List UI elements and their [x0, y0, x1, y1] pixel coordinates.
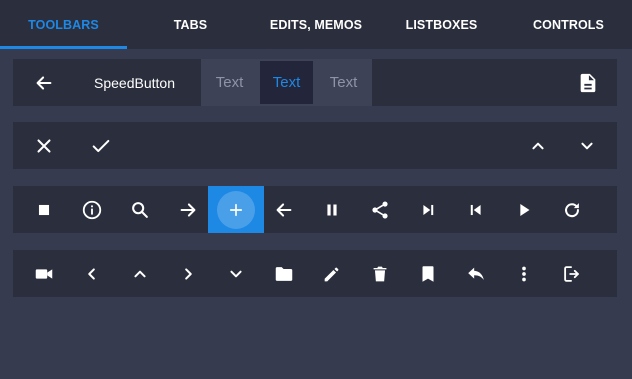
- folder-button[interactable]: [260, 250, 307, 297]
- more-button[interactable]: [500, 250, 547, 297]
- chevron-down-button[interactable]: [563, 122, 610, 169]
- chevron-down-icon: [580, 142, 593, 149]
- chevron-up-button-2[interactable]: [116, 250, 163, 297]
- tab-bar: TOOLBARS TABS EDITS, MEMOS LISTBOXES CON…: [0, 0, 632, 49]
- skip-previous-icon: [470, 204, 481, 215]
- segment-text-2[interactable]: Text: [260, 61, 313, 104]
- skip-next-button[interactable]: [404, 186, 451, 233]
- video-camera-icon: [35, 268, 52, 279]
- edit-button[interactable]: [308, 250, 355, 297]
- arrow-right-icon: [180, 202, 195, 217]
- play-button[interactable]: [500, 186, 547, 233]
- tab-tabs[interactable]: TABS: [127, 0, 254, 49]
- reply-button[interactable]: [452, 250, 499, 297]
- tab-edits-memos[interactable]: EDITS, MEMOS: [254, 0, 378, 49]
- tab-listboxes[interactable]: LISTBOXES: [378, 0, 505, 49]
- info-icon: [82, 200, 101, 219]
- chevron-down-icon: [229, 270, 242, 277]
- exit-icon: [563, 265, 579, 282]
- exit-button[interactable]: [548, 250, 595, 297]
- arrow-left-icon: [276, 202, 291, 217]
- arrow-left-icon: [36, 75, 51, 90]
- bookmark-icon: [422, 265, 433, 282]
- share-icon: [371, 200, 388, 219]
- segment-text-1[interactable]: Text: [203, 61, 256, 104]
- segment-text-3[interactable]: Text: [317, 61, 370, 104]
- stop-button[interactable]: [20, 186, 67, 233]
- document-icon: [580, 73, 595, 92]
- forward-button[interactable]: [164, 186, 211, 233]
- chevron-left-icon: [87, 267, 95, 280]
- chevron-up-icon: [531, 142, 544, 149]
- search-button[interactable]: [116, 186, 163, 233]
- add-button-highlight: [217, 190, 255, 229]
- active-tab-indicator: [0, 46, 127, 49]
- back-button-2[interactable]: [260, 186, 307, 233]
- refresh-icon: [564, 202, 579, 217]
- info-button[interactable]: [68, 186, 115, 233]
- bookmark-button[interactable]: [404, 250, 451, 297]
- pause-button[interactable]: [308, 186, 355, 233]
- delete-button[interactable]: [356, 250, 403, 297]
- chevron-right-icon: [184, 267, 192, 280]
- back-button[interactable]: [20, 59, 67, 106]
- toolbar-media: [13, 186, 617, 233]
- chevron-down-button-2[interactable]: [212, 250, 259, 297]
- tab-controls[interactable]: CONTROLS: [505, 0, 632, 49]
- chevron-left-button[interactable]: [68, 250, 115, 297]
- trash-icon: [373, 266, 386, 281]
- pencil-icon: [324, 267, 338, 281]
- toolbar-actions: [13, 250, 617, 297]
- toolbar-speedbutton: SpeedButton Text Text Text: [13, 59, 617, 106]
- more-vertical-icon: [521, 266, 526, 281]
- speed-button[interactable]: SpeedButton: [81, 59, 188, 106]
- reply-icon: [467, 267, 484, 280]
- video-button[interactable]: [20, 250, 67, 297]
- chevron-right-button[interactable]: [164, 250, 211, 297]
- skip-previous-button[interactable]: [452, 186, 499, 233]
- add-button[interactable]: [208, 186, 264, 233]
- stop-icon: [38, 204, 49, 215]
- search-icon: [131, 201, 148, 218]
- check-button[interactable]: [77, 122, 124, 169]
- segmented-control: Text Text Text: [201, 59, 372, 106]
- check-icon: [92, 139, 109, 152]
- chevron-up-button[interactable]: [514, 122, 561, 169]
- share-button[interactable]: [356, 186, 403, 233]
- add-icon: [229, 203, 243, 216]
- toolbar-confirm: [13, 122, 617, 169]
- pause-icon: [326, 204, 337, 215]
- close-icon: [36, 138, 51, 153]
- chevron-up-icon: [133, 270, 146, 277]
- tab-toolbars[interactable]: TOOLBARS: [0, 0, 127, 49]
- play-icon: [519, 203, 529, 216]
- refresh-button[interactable]: [548, 186, 595, 233]
- document-button[interactable]: [564, 59, 611, 106]
- folder-icon: [275, 266, 292, 281]
- skip-next-icon: [422, 204, 433, 215]
- close-button[interactable]: [20, 122, 67, 169]
